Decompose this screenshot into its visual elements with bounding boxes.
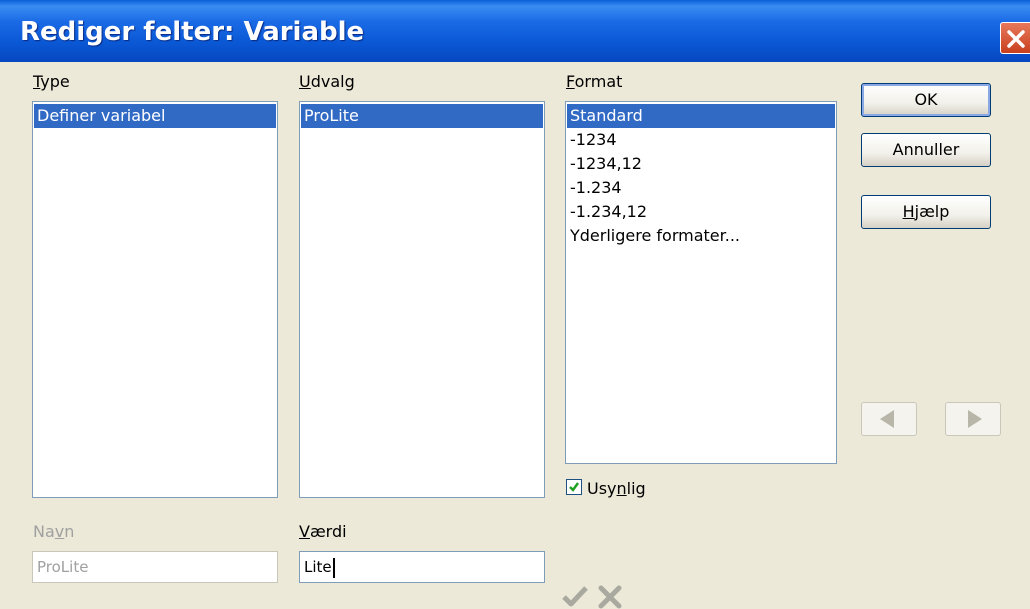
ok-button[interactable]: OK (861, 83, 991, 117)
format-item-standard[interactable]: Standard (567, 104, 835, 128)
udvalg-label: Udvalg (299, 72, 355, 91)
format-item-more-formats[interactable]: Yderligere formater... (567, 224, 835, 248)
cancel-button[interactable]: Annuller (861, 133, 991, 167)
text-caret (332, 557, 335, 578)
format-item[interactable]: -1234,12 (567, 152, 835, 176)
udvalg-list[interactable]: ProLite (299, 101, 545, 498)
format-item[interactable]: -1.234 (567, 176, 835, 200)
format-item[interactable]: -1234 (567, 128, 835, 152)
vaerdi-label: Værdi (299, 522, 347, 541)
invisible-checkbox[interactable] (566, 479, 582, 495)
navn-field: ProLite (32, 551, 278, 583)
close-icon (1007, 30, 1025, 48)
format-item[interactable]: -1.234,12 (567, 200, 835, 224)
vaerdi-field[interactable]: Lite (299, 551, 545, 583)
previous-button[interactable] (861, 402, 917, 436)
apply-checkmark-icon[interactable] (562, 585, 588, 609)
window-title: Rediger felter: Variable (20, 17, 365, 47)
type-list[interactable]: Definer variabel (32, 101, 278, 498)
check-icon (569, 482, 580, 492)
delete-x-icon[interactable] (598, 585, 622, 609)
invisible-label[interactable]: Usynlig (587, 479, 646, 498)
next-button[interactable] (945, 402, 1001, 436)
navn-label: Navn (33, 522, 75, 541)
arrow-right-icon (968, 410, 982, 428)
type-item-definer-variabel[interactable]: Definer variabel (34, 104, 276, 128)
type-label: Type (33, 72, 70, 91)
title-bar: Rediger felter: Variable (0, 0, 1030, 62)
format-label: Format (566, 72, 623, 91)
format-list[interactable]: Standard -1234 -1234,12 -1.234 -1.234,12… (565, 101, 837, 464)
arrow-left-icon (880, 410, 894, 428)
close-button[interactable] (1000, 22, 1030, 54)
help-button[interactable]: Hjælp (861, 195, 991, 229)
udvalg-item-prolite[interactable]: ProLite (301, 104, 543, 128)
